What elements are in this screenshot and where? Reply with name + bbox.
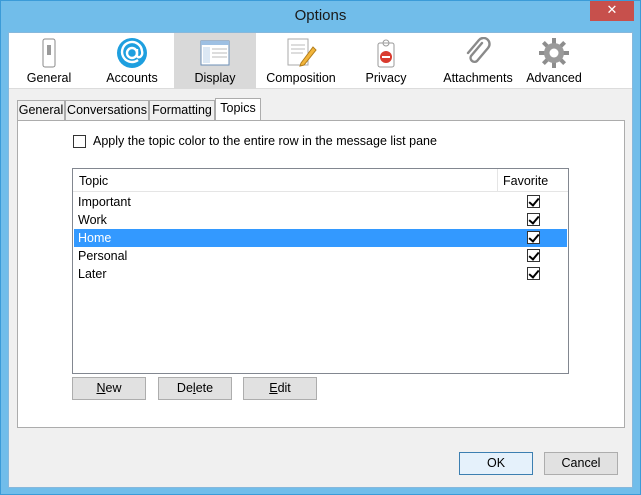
- topic-name: Work: [78, 213, 107, 227]
- pen-notepad-icon: [287, 38, 317, 67]
- tab-general[interactable]: General: [17, 100, 65, 120]
- apply-topic-color-checkbox[interactable]: [73, 135, 86, 148]
- topic-name: Personal: [78, 249, 128, 263]
- category-label: Display: [194, 71, 236, 85]
- topic-name: Important: [78, 195, 131, 209]
- category-label: Advanced: [526, 71, 582, 85]
- category-advanced[interactable]: Advanced: [521, 33, 587, 89]
- delete-topic-button[interactable]: Delete: [158, 377, 232, 400]
- tab-topics[interactable]: Topics: [215, 98, 261, 120]
- paperclip-icon: [466, 37, 491, 64]
- topic-name: Later: [78, 267, 107, 281]
- edit-topic-button[interactable]: Edit: [243, 377, 317, 400]
- topic-row[interactable]: Work: [74, 211, 567, 229]
- cancel-button[interactable]: Cancel: [544, 452, 618, 475]
- window-title: Options: [294, 7, 347, 24]
- topic-row-selected[interactable]: Home: [74, 229, 567, 247]
- category-general[interactable]: General: [9, 33, 89, 89]
- options-window: Options ✕ General Accounts Display Compo…: [0, 0, 641, 495]
- category-label: General: [26, 71, 72, 85]
- category-label: Accounts: [106, 71, 158, 85]
- ok-button[interactable]: OK: [459, 452, 533, 475]
- category-accounts[interactable]: Accounts: [91, 33, 173, 89]
- switch-icon: [42, 38, 56, 68]
- category-privacy[interactable]: Privacy: [351, 33, 421, 89]
- topic-row[interactable]: Important: [74, 193, 567, 211]
- category-attachments[interactable]: Attachments: [427, 33, 529, 89]
- favorite-checkbox[interactable]: [527, 249, 540, 262]
- title-bar[interactable]: Options ✕: [1, 1, 640, 32]
- category-toolbar: General Accounts Display Composition Pri…: [9, 33, 632, 89]
- column-header-topic[interactable]: Topic: [79, 174, 108, 188]
- category-label: Privacy: [365, 71, 407, 85]
- list-header: Topic Favorite: [73, 169, 568, 192]
- favorite-checkbox[interactable]: [527, 213, 540, 226]
- favorite-checkbox[interactable]: [527, 267, 540, 280]
- favorite-checkbox[interactable]: [527, 195, 540, 208]
- column-header-favorite[interactable]: Favorite: [503, 174, 548, 188]
- topic-name: Home: [78, 231, 112, 245]
- category-label: Attachments: [443, 71, 513, 85]
- topic-row[interactable]: Later: [74, 265, 567, 283]
- do-not-disturb-tag-icon: [377, 39, 395, 68]
- new-topic-button[interactable]: New: [72, 377, 146, 400]
- category-label: Composition: [266, 71, 336, 85]
- column-divider: [497, 169, 498, 192]
- tab-conversations[interactable]: Conversations: [65, 100, 149, 120]
- close-button[interactable]: ✕: [590, 1, 634, 21]
- dialog-body: General Accounts Display Composition Pri…: [8, 32, 633, 488]
- favorite-checkbox[interactable]: [527, 231, 540, 244]
- tab-formatting[interactable]: Formatting: [149, 100, 215, 120]
- topic-row[interactable]: Personal: [74, 247, 567, 265]
- category-composition[interactable]: Composition: [259, 33, 343, 89]
- category-display[interactable]: Display: [174, 33, 256, 89]
- topics-list[interactable]: Topic Favorite Important Work Home Perso…: [72, 168, 569, 374]
- apply-topic-color-label: Apply the topic color to the entire row …: [93, 134, 437, 148]
- window-layout-icon: [200, 40, 230, 66]
- gear-icon: [539, 38, 569, 68]
- at-sign-icon: [117, 38, 147, 68]
